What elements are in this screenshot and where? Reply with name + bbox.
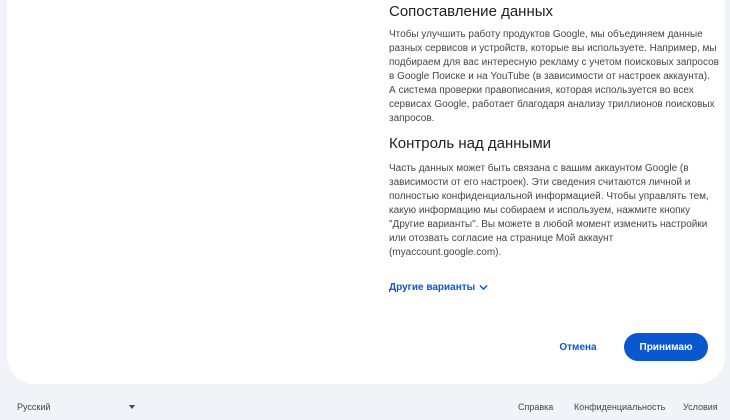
consent-card: Сопоставление данных Чтобы улучшить рабо… (7, 0, 725, 384)
footer-link-terms[interactable]: Условия (683, 396, 718, 418)
footer: Русский Справка Конфиденциальность Услов… (0, 396, 730, 420)
footer-link-privacy[interactable]: Конфиденциальность (574, 396, 665, 418)
section-text-data-control: Часть данных может быть связана с вашим … (389, 163, 709, 258)
footer-link-help[interactable]: Справка (518, 396, 553, 418)
more-options-link[interactable]: Другие варианты (389, 282, 489, 293)
section-title-data-combining: Сопоставление данных (389, 3, 554, 20)
cancel-button[interactable]: Отмена (547, 334, 609, 360)
caret-down-icon (129, 405, 135, 409)
more-options-label: Другие варианты (389, 282, 476, 293)
language-selected: Русский (17, 402, 51, 412)
accept-button[interactable]: Принимаю (624, 333, 708, 361)
section-title-data-control: Контроль над данными (389, 135, 552, 152)
chevron-down-icon (479, 285, 488, 290)
section-text-data-combining: Чтобы улучшить работу продуктов Google, … (389, 29, 719, 124)
language-select[interactable]: Русский (17, 396, 135, 418)
